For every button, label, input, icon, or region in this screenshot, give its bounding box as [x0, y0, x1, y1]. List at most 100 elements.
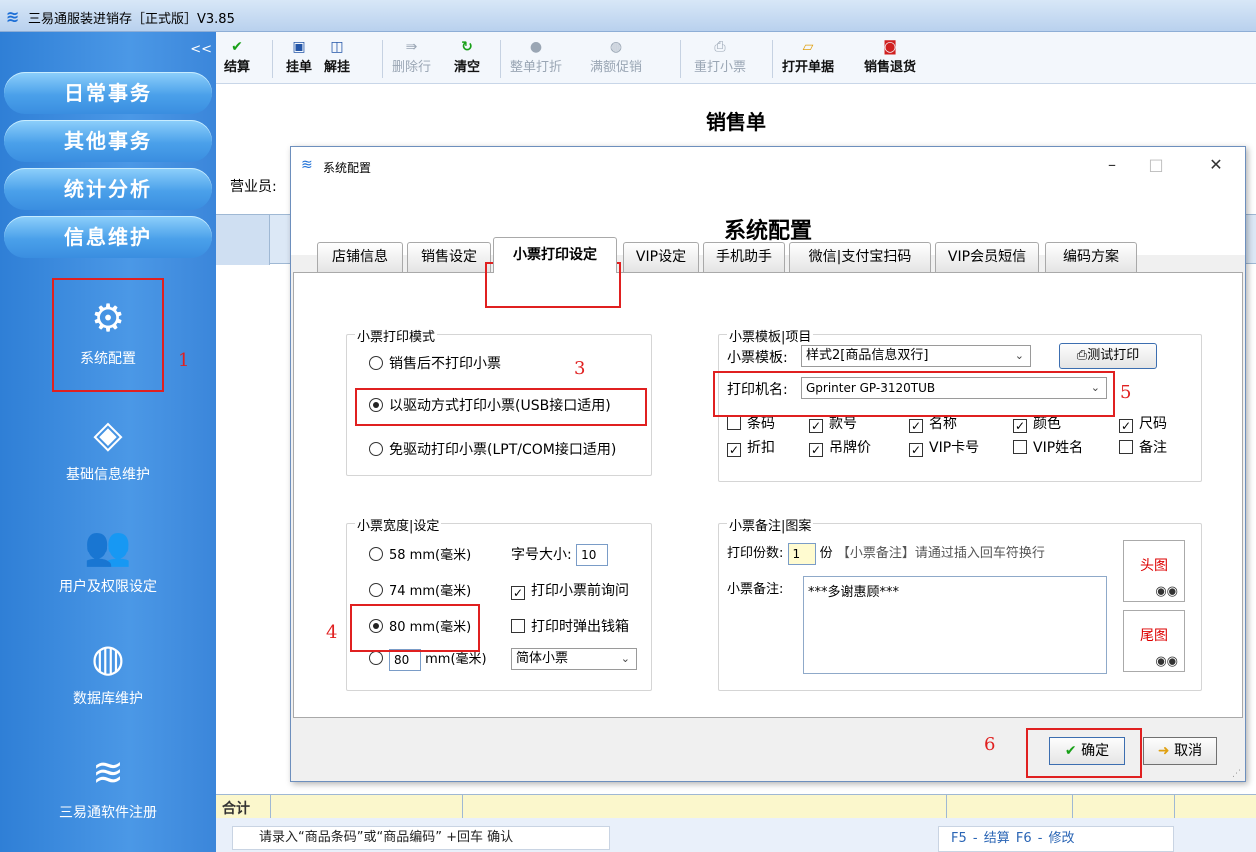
save-icon: ▣	[292, 39, 306, 55]
toolbar-separator	[680, 40, 681, 78]
checkbox[interactable]: ✓	[809, 443, 823, 457]
template-label: 小票模板:	[727, 350, 788, 366]
open-cash-drawer-checkbox[interactable]: 打印时弹出钱箱	[511, 616, 629, 636]
tab-wechat-alipay[interactable]: 微信|支付宝扫码	[789, 242, 931, 272]
radio-driverless-print[interactable]: 免驱动打印小票(LPT/COM接口适用)	[369, 439, 616, 459]
checkbox[interactable]	[1013, 440, 1027, 454]
app-title-bar: ≋ 三易通服装进销存［正式版］V3.85	[0, 0, 1256, 32]
sidebar-item-basic-info[interactable]: ◈ 基础信息维护	[20, 410, 196, 484]
field-checkbox-vip-name[interactable]: VIP姓名	[1013, 437, 1083, 457]
grid-divider	[1174, 795, 1175, 819]
radio-button[interactable]	[369, 583, 383, 597]
shortcut-keys: F5 - 结算 F6 - 修改	[938, 826, 1174, 852]
users-icon: 👥	[84, 524, 132, 568]
test-print-button[interactable]: ⎙测试打印	[1059, 343, 1157, 369]
tab-vip-settings[interactable]: VIP设定	[623, 242, 699, 272]
radio-button[interactable]	[369, 356, 383, 370]
refresh-icon: ↻	[461, 39, 473, 55]
toolbar-separator	[772, 40, 773, 78]
header-image-button[interactable]: 头图 ◉◉	[1123, 540, 1185, 602]
tab-strip: 店铺信息 销售设定 小票打印设定 VIP设定 手机助手 微信|支付宝扫码 VIP…	[301, 237, 1241, 273]
discount-icon: ●	[529, 39, 543, 55]
delete-row-button[interactable]: ⇛ 删除行	[392, 38, 431, 75]
open-document-button[interactable]: ▱ 打开单据	[782, 38, 834, 75]
sidebar-item-label: 基础信息维护	[66, 467, 150, 483]
checkbox[interactable]: ✓	[909, 419, 923, 433]
nav-statistics[interactable]: 统计分析	[4, 168, 212, 210]
nav-daily-affairs[interactable]: 日常事务	[4, 72, 212, 114]
hold-order-button[interactable]: ▣ 挂单	[286, 38, 312, 75]
collapse-sidebar-button[interactable]: <<	[190, 42, 212, 57]
checkbox[interactable]: ✓	[727, 443, 741, 457]
font-size-input[interactable]: 10	[576, 544, 609, 566]
copies-input[interactable]: 1	[787, 542, 816, 565]
radio-button[interactable]	[369, 547, 383, 561]
sidebar-item-user-permissions[interactable]: 👥 用户及权限设定	[20, 522, 196, 596]
folder-icon: ▱	[802, 39, 814, 55]
group-title: 小票宽度|设定	[355, 515, 442, 534]
field-checkbox-size[interactable]: ✓ 尺码	[1119, 413, 1167, 433]
checkbox[interactable]: ✓	[809, 419, 823, 433]
sidebar-item-registration[interactable]: ≋ 三易通软件注册	[20, 748, 196, 822]
nav-info-maintenance[interactable]: 信息维护	[4, 216, 212, 258]
close-button[interactable]: ✕	[1201, 155, 1231, 174]
binoculars-icon: ◉◉	[1155, 584, 1178, 599]
tab-sales-settings[interactable]: 销售设定	[407, 242, 491, 272]
checkbox[interactable]: ✓	[1119, 419, 1133, 433]
template-select[interactable]: 样式2[商品信息双行] ⌄	[801, 345, 1031, 367]
sidebar: << 日常事务 其他事务 统计分析 信息维护 ⚙ 系统配置 ◈ 基础信息维护 👥…	[0, 32, 216, 852]
tab-store-info[interactable]: 店铺信息	[317, 242, 403, 272]
checkbox[interactable]	[511, 619, 525, 633]
binoculars-icon: ◉◉	[1155, 654, 1178, 669]
nav-other-affairs[interactable]: 其他事务	[4, 120, 212, 162]
ticket-type-select[interactable]: 简体小票 ⌄	[511, 648, 637, 670]
unhold-order-button[interactable]: ◫ 解挂	[324, 38, 350, 75]
group-title: 小票模板|项目	[727, 326, 814, 345]
checkbox[interactable]	[1119, 440, 1133, 454]
radio-no-print[interactable]: 销售后不打印小票	[369, 353, 501, 373]
tab-mobile-assistant[interactable]: 手机助手	[703, 242, 785, 272]
cancel-button[interactable]: ➜ 取消	[1143, 737, 1217, 765]
tab-vip-sms[interactable]: VIP会员短信	[935, 242, 1039, 272]
gift-icon: ◍	[609, 39, 623, 55]
checkbox[interactable]: ✓	[909, 443, 923, 457]
whole-discount-button[interactable]: ● 整单打折	[510, 38, 562, 75]
checkbox[interactable]: ✓	[511, 586, 525, 600]
field-checkbox-tag-price[interactable]: ✓ 吊牌价	[809, 437, 871, 457]
delete-row-icon: ⇛	[405, 39, 418, 55]
radio-width-58[interactable]: 58 mm(毫米)	[369, 544, 471, 563]
field-checkbox-remark[interactable]: 备注	[1119, 437, 1167, 457]
resize-grip[interactable]: ⋰	[1232, 769, 1241, 779]
promotion-button[interactable]: ◍ 满额促销	[590, 38, 642, 75]
sidebar-item-database[interactable]: ◍ 数据库维护	[20, 634, 196, 708]
annotation-number-3: 3	[574, 358, 586, 379]
annotation-number-1: 1	[178, 350, 190, 371]
grid-divider	[270, 795, 271, 819]
annotation-box-1	[52, 278, 164, 392]
field-checkbox-discount[interactable]: ✓ 折扣	[727, 437, 775, 457]
swoosh-logo-icon: ≋	[92, 750, 124, 794]
reprint-button[interactable]: ⎙ 重打小票	[694, 38, 746, 75]
radio-width-74[interactable]: 74 mm(毫米)	[369, 580, 471, 599]
memo-group: 小票备注|图案 打印份数: 1 份 【小票备注】请通过插入回车符换行 小票备注:…	[718, 515, 1202, 691]
checkout-button[interactable]: ✔ 结算	[224, 38, 250, 75]
minimize-button[interactable]: –	[1097, 155, 1127, 174]
clear-button[interactable]: ↻ 清空	[454, 38, 480, 75]
printer-icon: ⎙	[714, 39, 726, 55]
field-checkbox-vip-card[interactable]: ✓ VIP卡号	[909, 437, 979, 457]
checkbox[interactable]	[727, 416, 741, 430]
radio-button[interactable]	[369, 442, 383, 456]
tab-receipt-print[interactable]: 小票打印设定	[493, 237, 617, 273]
annotation-box-4	[350, 604, 480, 652]
page-title: 销售单	[706, 110, 766, 134]
maximize-button[interactable]: □	[1141, 155, 1171, 174]
annotation-number-6: 6	[984, 734, 996, 755]
checkbox[interactable]: ✓	[1013, 419, 1027, 433]
sales-return-button[interactable]: ◙ 销售退货	[864, 38, 916, 75]
group-title: 小票备注|图案	[727, 515, 814, 534]
tab-coding-scheme[interactable]: 编码方案	[1045, 242, 1137, 272]
ask-before-print-checkbox[interactable]: ✓ 打印小票前询问	[511, 580, 629, 600]
footer-image-button[interactable]: 尾图 ◉◉	[1123, 610, 1185, 672]
memo-textarea[interactable]: ***多谢惠顾***	[803, 576, 1107, 674]
radio-button[interactable]	[369, 651, 383, 665]
